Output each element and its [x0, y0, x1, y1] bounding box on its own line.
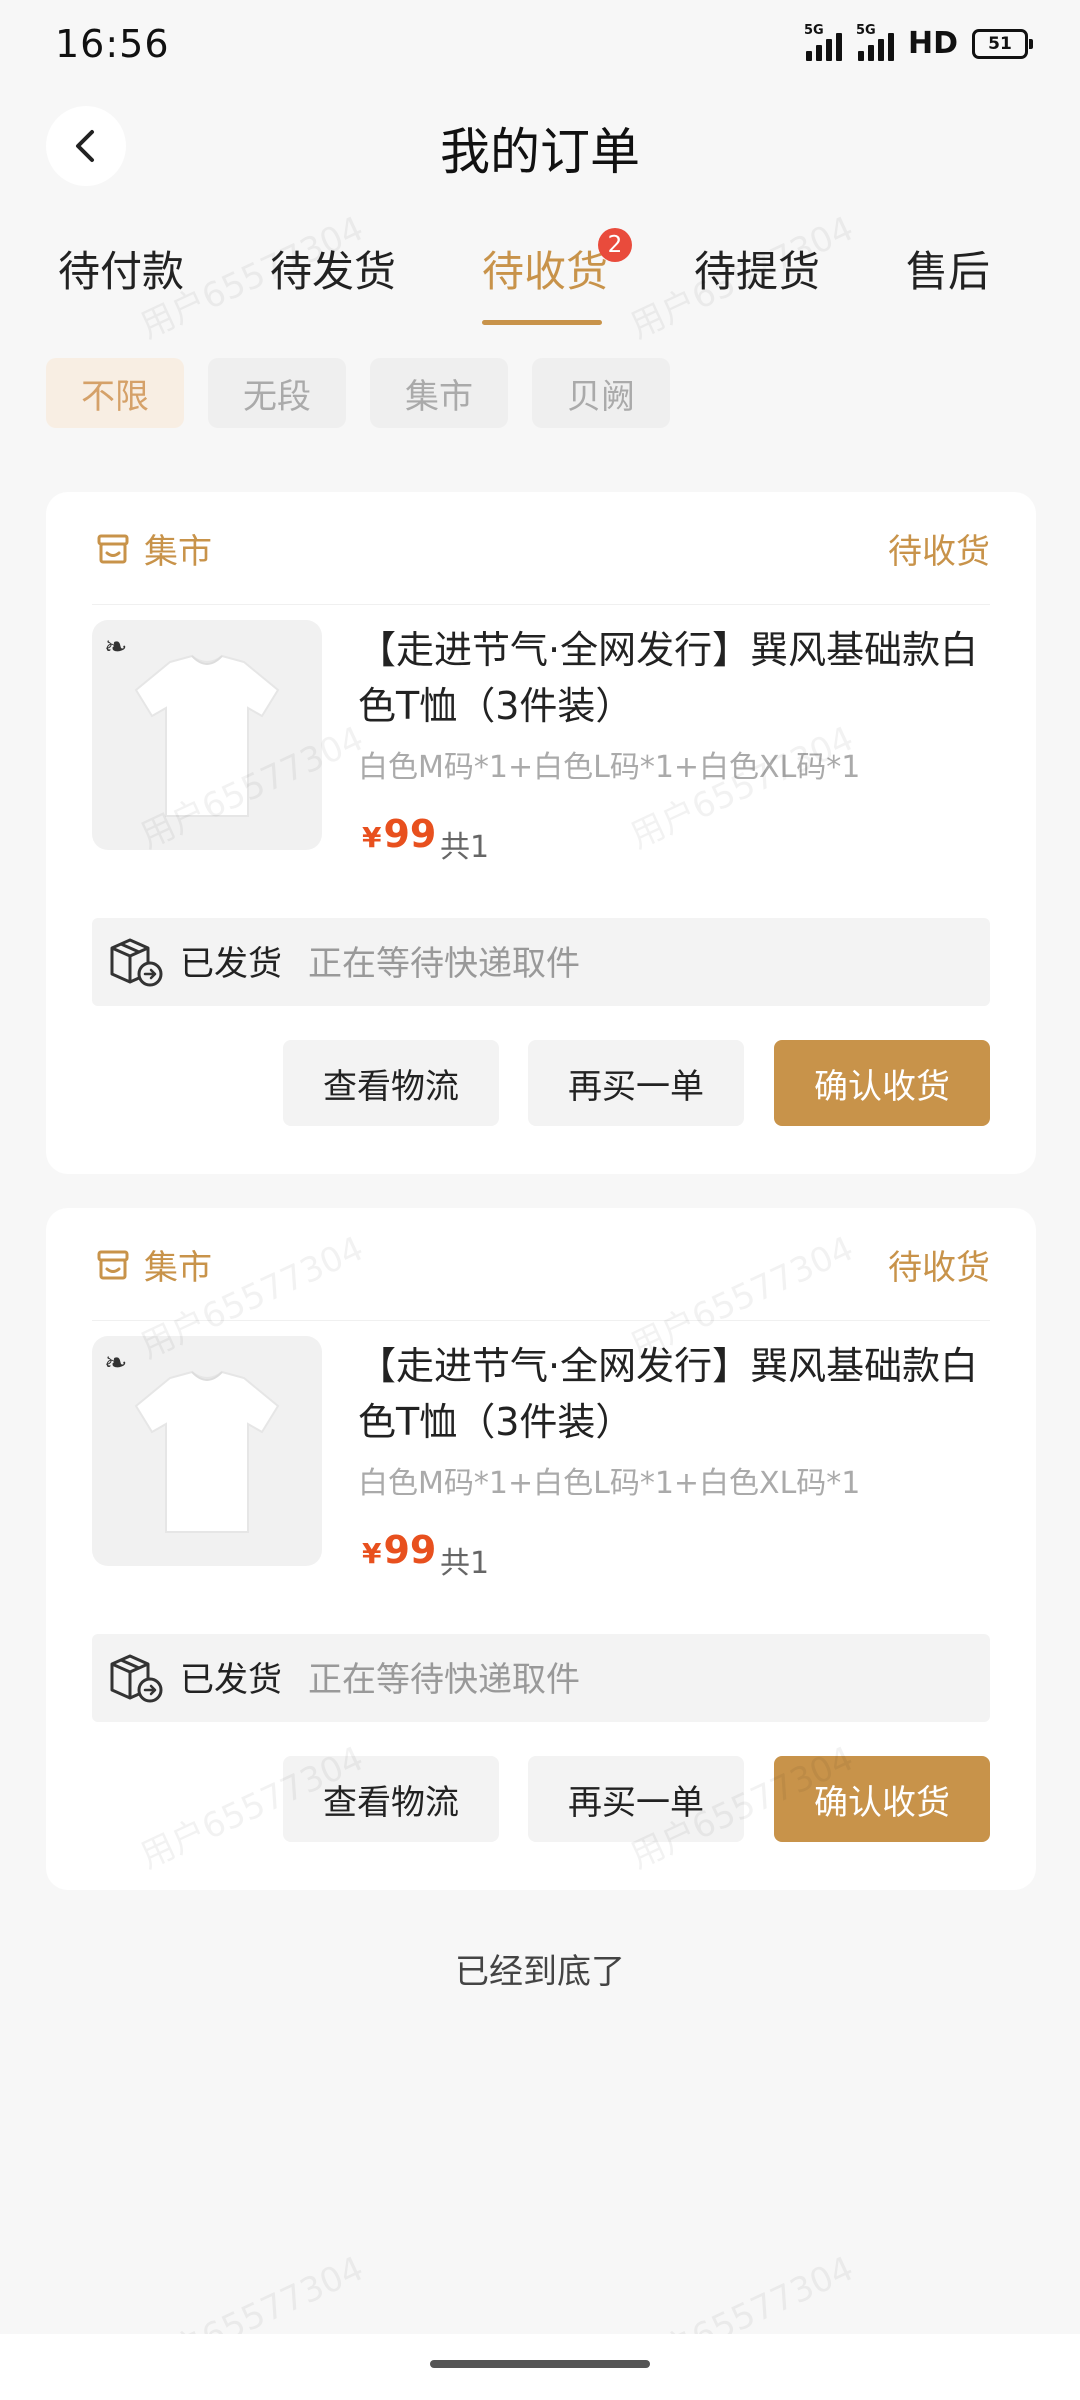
price-value: 99 [383, 1528, 437, 1572]
battery-icon: 51 [972, 28, 1033, 59]
store-name[interactable]: 集市 [144, 1240, 212, 1289]
order-tabs: 待付款 待发货 待收货 2 待提货 售后 [0, 228, 1080, 338]
ship-description: 正在等待快递取件 [308, 1660, 580, 1700]
divider [92, 1320, 990, 1321]
filter-chip-beique[interactable]: 贝阙 [532, 358, 670, 428]
product-image[interactable]: ❧ [92, 1336, 322, 1566]
filter-chip-wuduan[interactable]: 无段 [208, 358, 346, 428]
status-time: 16:56 [55, 22, 170, 66]
package-icon [110, 938, 163, 987]
product-spec: 白色M码*1+白色L码*1+白色XL码*1 [358, 1466, 861, 1501]
tab-badge: 2 [598, 228, 632, 262]
currency-symbol: ¥ [362, 1537, 382, 1570]
order-card-header: 集市 待收货 [46, 492, 1036, 604]
product-spec: 白色M码*1+白色L码*1+白色XL码*1 [358, 750, 861, 785]
view-logistics-button[interactable]: 查看物流 [283, 1040, 499, 1126]
status-bar: 16:56 5G 5G HD 51 [0, 0, 1080, 90]
view-logistics-button[interactable]: 查看物流 [283, 1756, 499, 1842]
rebuy-button[interactable]: 再买一单 [528, 1040, 744, 1126]
end-of-list-text: 已经到底了 [455, 1952, 625, 1992]
confirm-receipt-button[interactable]: 确认收货 [774, 1756, 990, 1842]
order-card[interactable]: 集市 待收货 ❧ 【走进节气·全网发行】巽风基础款白色T恤（3件装） 白色M码*… [46, 1208, 1036, 1890]
store-icon [97, 534, 129, 564]
confirm-receipt-button[interactable]: 确认收货 [774, 1040, 990, 1126]
signal-icon: 5G [804, 23, 842, 61]
ship-status: 已发货 [180, 1660, 282, 1700]
tab-after-sales[interactable]: 售后 [906, 238, 990, 299]
shipping-status-bar[interactable]: 已发货 正在等待快递取件 [92, 918, 990, 1006]
quantity: 共1 [440, 830, 490, 865]
product-image[interactable]: ❧ [92, 620, 322, 850]
gesture-bar [0, 2334, 1080, 2400]
order-status: 待收货 [888, 532, 990, 572]
ship-status: 已发货 [180, 944, 282, 984]
brand-logo-icon: ❧ [104, 630, 128, 663]
order-status: 待收货 [888, 1248, 990, 1288]
tab-pending-pickup[interactable]: 待提货 [694, 238, 820, 299]
price-value: 99 [383, 812, 437, 856]
hd-indicator: HD [907, 26, 958, 61]
status-indicators: 5G 5G HD 51 [804, 23, 1033, 61]
filter-chip-jishi[interactable]: 集市 [370, 358, 508, 428]
store-icon [97, 1250, 129, 1280]
shipping-status-bar[interactable]: 已发货 正在等待快递取件 [92, 1634, 990, 1722]
page-title: 我的订单 [440, 123, 640, 181]
tab-active-indicator [482, 320, 602, 325]
price: ¥99 [362, 1528, 436, 1572]
filter-chips: 不限 无段 集市 贝阙 [46, 358, 670, 428]
product-title[interactable]: 【走进节气·全网发行】巽风基础款白色T恤（3件装） [358, 1338, 998, 1450]
tab-pending-receipt[interactable]: 待收货 [482, 238, 608, 299]
tab-pending-shipment[interactable]: 待发货 [270, 238, 396, 299]
order-card-header: 集市 待收货 [46, 1208, 1036, 1320]
store-name[interactable]: 集市 [144, 524, 212, 573]
package-icon [110, 1654, 163, 1703]
ship-description: 正在等待快递取件 [308, 944, 580, 984]
battery-level: 51 [988, 33, 1012, 54]
currency-symbol: ¥ [362, 821, 382, 854]
filter-chip-all[interactable]: 不限 [46, 358, 184, 428]
divider [92, 604, 990, 605]
order-card[interactable]: 集市 待收货 ❧ 【走进节气·全网发行】巽风基础款白色T恤（3件装） 白色M码*… [46, 492, 1036, 1174]
rebuy-button[interactable]: 再买一单 [528, 1756, 744, 1842]
quantity: 共1 [440, 1546, 490, 1581]
tab-pending-payment[interactable]: 待付款 [58, 238, 184, 299]
product-title[interactable]: 【走进节气·全网发行】巽风基础款白色T恤（3件装） [358, 622, 998, 734]
home-indicator[interactable] [430, 2360, 650, 2368]
signal-icon-2: 5G [856, 23, 894, 61]
price: ¥99 [362, 812, 436, 856]
brand-logo-icon: ❧ [104, 1346, 128, 1379]
